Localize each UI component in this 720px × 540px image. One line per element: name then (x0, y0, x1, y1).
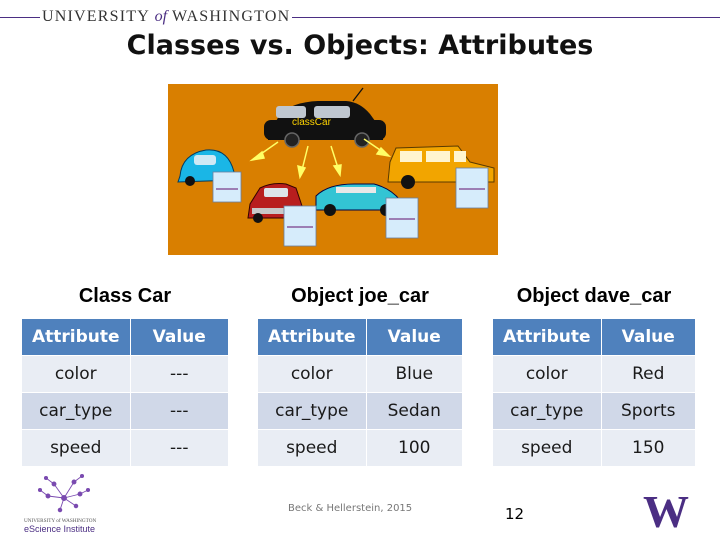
value-cell: --- (130, 392, 228, 430)
class-car-caption: Class Car (78, 285, 172, 307)
class-car-label: classCar (292, 117, 332, 128)
attribute-cell: car_type (22, 392, 131, 430)
escience-university-text: UNIVERSITY of WASHINGTON (24, 517, 96, 524)
car-class-illustration: classCar (168, 84, 498, 255)
table-header-row: Attribute Value (258, 319, 462, 356)
escience-logo: UNIVERSITY of WASHINGTON eScience Instit… (24, 473, 96, 534)
table-header-row: Attribute Value (22, 319, 228, 356)
value-cell: --- (130, 429, 228, 467)
escience-name-text: eScience Institute (24, 524, 95, 534)
header-cell: Attribute (258, 319, 367, 356)
table-row: car_type Sports (493, 392, 695, 430)
value-cell: 100 (366, 429, 462, 467)
value-cell: Blue (366, 355, 462, 393)
university-wordmark: UNIVERSITY of WASHINGTON (40, 8, 293, 26)
university-word-1: UNIVERSITY (42, 8, 150, 25)
slide-title: Classes vs. Objects: Attributes (126, 30, 594, 61)
value-cell: Sedan (366, 392, 462, 430)
header-cell: Attribute (493, 319, 602, 356)
university-word-2: WASHINGTON (171, 8, 291, 25)
dave-car-caption: Object dave_car (516, 285, 672, 307)
university-word-of: of (154, 8, 168, 25)
network-icon (37, 473, 91, 513)
table-row: speed 100 (258, 429, 462, 467)
value-cell: --- (130, 355, 228, 393)
attribute-cell: speed (258, 429, 367, 467)
value-cell: Sports (601, 392, 695, 430)
page-number: 12 (505, 505, 525, 523)
table-row: color Blue (258, 355, 462, 393)
table-row: color --- (22, 355, 228, 393)
uw-w-logo: W (643, 490, 689, 530)
slide-credit: Beck & Hellerstein, 2015 (288, 503, 413, 514)
table-row: car_type --- (22, 392, 228, 430)
attribute-cell: color (22, 355, 131, 393)
header-cell: Attribute (22, 319, 131, 356)
table-row: speed --- (22, 429, 228, 467)
joe-car-caption: Object joe_car (291, 285, 429, 307)
table-header-row: Attribute Value (493, 319, 695, 356)
header-cell: Value (366, 319, 462, 356)
header-cell: Value (130, 319, 228, 356)
attribute-cell: color (493, 355, 602, 393)
value-cell: Red (601, 355, 695, 393)
class-car-table: Attribute Value color --- car_type --- s… (22, 319, 228, 467)
table-row: car_type Sedan (258, 392, 462, 430)
attribute-cell: speed (493, 429, 602, 467)
table-row: color Red (493, 355, 695, 393)
value-cell: 150 (601, 429, 695, 467)
attribute-cell: speed (22, 429, 131, 467)
attribute-cell: color (258, 355, 367, 393)
attribute-cell: car_type (258, 392, 367, 430)
header-cell: Value (601, 319, 695, 356)
dave-car-table: Attribute Value color Red car_type Sport… (493, 319, 695, 467)
joe-car-table: Attribute Value color Blue car_type Seda… (258, 319, 462, 467)
uw-w-letter: W (643, 490, 689, 530)
attribute-cell: car_type (493, 392, 602, 430)
table-row: speed 150 (493, 429, 695, 467)
